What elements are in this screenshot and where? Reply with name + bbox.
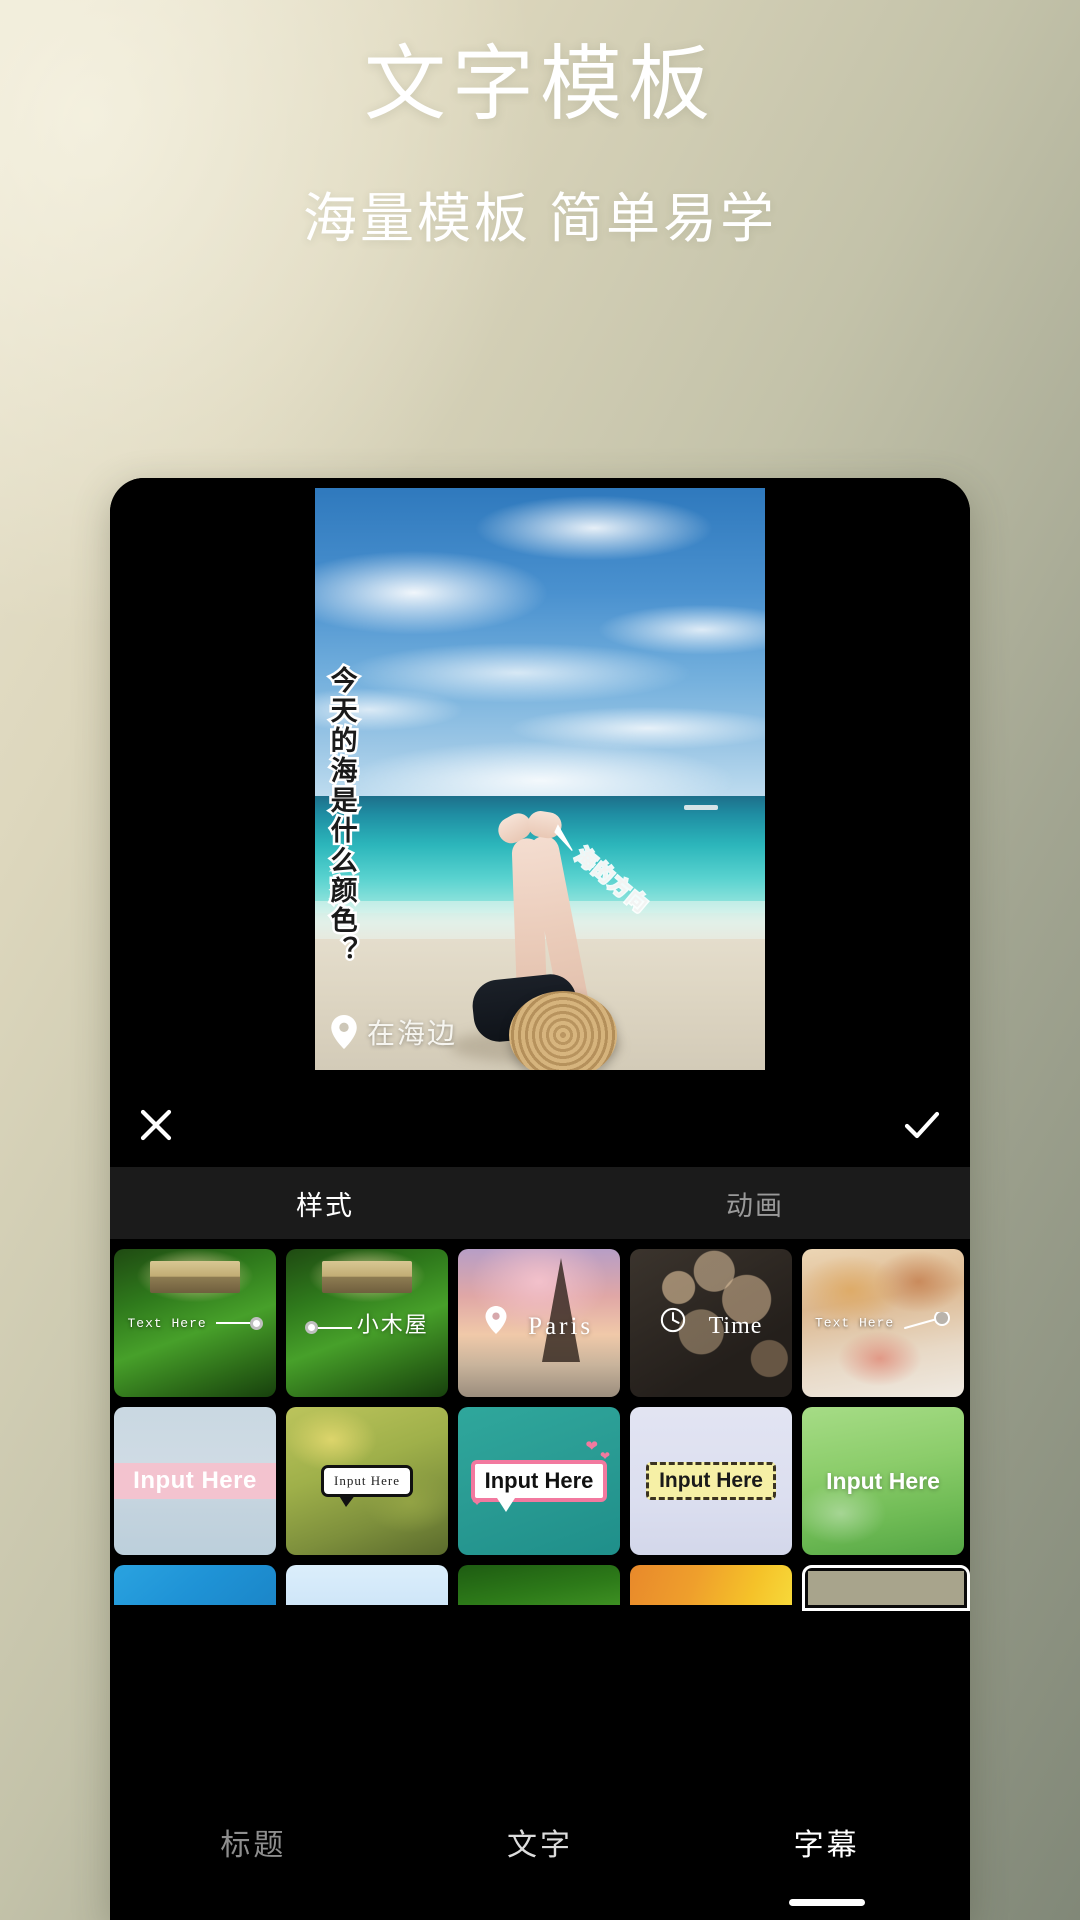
nav-item-label: 字幕 [793,1829,860,1862]
photo-sky [315,488,765,797]
checkmark-icon [898,1101,946,1149]
template-row [110,1565,970,1621]
template-grid[interactable]: Text Here 小木屋 Paris Time Text Here Input… [110,1239,970,1839]
nav-item-text[interactable]: 文字 [397,1820,684,1864]
preview-vertical-caption[interactable]: 今天的海是什么颜色？ [324,664,359,969]
template-card-label: Input Here [334,1473,400,1488]
preview-location-chip[interactable]: 在海边 [331,1012,457,1052]
template-card-orange[interactable] [630,1565,792,1605]
template-card-dashed-tag[interactable]: Input Here [630,1407,792,1555]
template-card-label: Time [660,1307,763,1340]
clock-icon [660,1307,701,1339]
template-card-pink-bubble[interactable]: ❤ ❤ ❤ Input Here [458,1407,620,1555]
template-card-label: Input Here [646,1462,776,1500]
photo-boat [684,805,718,811]
location-label: 在海边 [367,1018,458,1049]
tab-animation[interactable]: 动画 [540,1167,970,1239]
style-animation-tabbar: 样式 动画 [110,1167,970,1239]
forest-cabin-shape [149,1260,241,1294]
connector-dot-icon [305,1321,353,1335]
heart-icon: ❤ [472,1495,483,1509]
template-card-sandy[interactable] [802,1565,970,1611]
template-card-label: Input Here [826,1467,940,1494]
template-card-label: Input Here [470,1460,608,1512]
template-card-xiaomuwu[interactable]: 小木屋 [286,1249,448,1397]
template-row: Text Here 小木屋 Paris Time Text Here [110,1249,970,1407]
template-card-speech-bubble[interactable]: Input Here [286,1407,448,1555]
close-x-icon [132,1101,180,1149]
template-card-label: 小木屋 [305,1307,428,1339]
template-card-text-here-pin[interactable]: Text Here [802,1249,964,1397]
editor-action-bar [110,1083,970,1167]
page-title: 文字模板 [363,39,716,130]
template-card-blue[interactable] [114,1565,276,1605]
template-row: Input Here Input Here ❤ ❤ ❤ Input Here I… [110,1407,970,1565]
nav-item-title[interactable]: 标题 [110,1820,397,1864]
template-card-dark-green[interactable] [458,1565,620,1605]
template-card-paris[interactable]: Paris [458,1249,620,1397]
template-card-label: Input Here [133,1467,257,1494]
nav-active-indicator [788,1899,865,1906]
template-card-label: Paris [485,1305,593,1341]
phone-mockup: 今天的海是什么颜色？ 海的方向 在海边 样式 动画 Text Here 小木屋 … [110,478,970,1920]
page-subtitle: 海量模板 简单易学 [302,189,777,249]
bottom-nav: 标题 文字 字幕 [110,1784,970,1920]
template-card-green-soft[interactable]: Input Here [802,1407,964,1555]
location-pin-icon [485,1305,522,1340]
template-card-light-blue[interactable] [286,1565,448,1605]
confirm-button[interactable] [898,1101,946,1149]
nav-item-subtitle[interactable]: 字幕 [683,1820,970,1906]
pin-line-icon [903,1312,951,1334]
preview-photo[interactable]: 今天的海是什么颜色？ 海的方向 在海边 [315,488,765,1070]
template-card-label: Text Here [127,1316,263,1331]
heart-icon: ❤ [599,1449,610,1463]
heart-icon: ❤ [585,1438,598,1455]
template-card-label: Text Here [815,1312,951,1334]
tab-style[interactable]: 样式 [110,1167,540,1239]
template-card-time[interactable]: Time [630,1249,792,1397]
speech-bubble-icon: Input Here [321,1465,413,1507]
connector-dot-icon [215,1316,263,1330]
template-card-pink-band[interactable]: Input Here [114,1407,276,1555]
template-card-text-here-right[interactable]: Text Here [114,1249,276,1397]
cancel-button[interactable] [132,1101,180,1149]
editor-preview-area: 今天的海是什么颜色？ 海的方向 在海边 [110,478,970,1083]
photo-straw-hat [508,991,617,1070]
location-pin-icon [331,1015,357,1049]
forest-cabin-shape [321,1260,413,1294]
